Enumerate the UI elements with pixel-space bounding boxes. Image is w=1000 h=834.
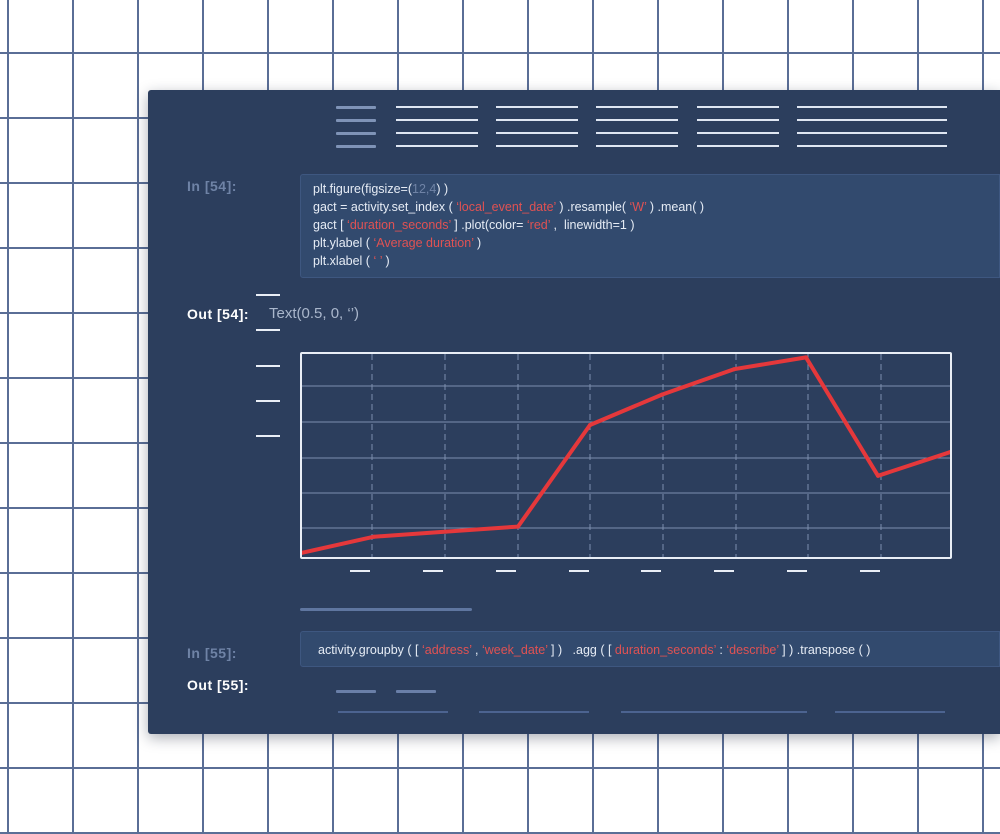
cell-54-output-prompt: Out [54]: [187, 306, 250, 322]
output-scrollbar[interactable] [300, 608, 472, 611]
code-token: plt.ylabel ( [313, 236, 374, 250]
cell-54-code-line: gact [ ‘duration_seconds’ ] .plot(color=… [313, 216, 999, 234]
output-table-column-3 [621, 711, 807, 713]
x-tick-label-placeholder [423, 570, 443, 572]
code-token: ) .resample( [555, 200, 630, 214]
hamburger-menu-icon[interactable] [336, 106, 376, 150]
cell-55-input-prompt: In [55]: [187, 645, 237, 661]
y-tick-label-placeholder [256, 400, 280, 402]
code-token: ] ) .transpose ( ) [778, 643, 871, 657]
cell-55-output-prompt: Out [55]: [187, 677, 250, 693]
series-line [302, 355, 950, 555]
output-table-column-2 [479, 711, 589, 713]
data-point [804, 355, 808, 360]
code-token: ) [473, 236, 482, 250]
cell-54-input-prompt: In [54]: [187, 178, 237, 194]
code-token: : [715, 643, 727, 657]
output-table-column-1 [338, 711, 448, 713]
data-point [444, 529, 448, 534]
x-tick-label-placeholder [496, 570, 516, 572]
cell-54-output-text: Text(0.5, 0, ‘’) [269, 305, 360, 322]
string-literal: ‘red’ [526, 218, 551, 232]
toolbar [148, 106, 1000, 150]
x-tick-label-placeholder [787, 570, 807, 572]
cell-54-code-line: plt.xlabel ( ‘ ’ ) [313, 252, 999, 270]
string-literal: ‘Average duration’ [373, 236, 474, 250]
toolbar-menu-1[interactable] [396, 106, 478, 150]
string-literal: ‘ ’ [373, 254, 383, 268]
output-table-column-4 [835, 711, 945, 713]
code-token: plt.figure(figsize=( [313, 182, 412, 196]
data-point [660, 392, 664, 397]
x-tick-label-placeholder [350, 570, 370, 572]
code-token: plt.xlabel ( [313, 254, 374, 268]
y-tick-label-placeholder [256, 365, 280, 367]
code-token: gact = activity.set_index ( [313, 200, 457, 214]
cell-55-code-line: activity.groupby ( [ ‘address’ , ‘week_d… [318, 641, 999, 659]
notebook-panel: In [54]: plt.figure(figsize=(12,4) ) gact… [148, 90, 1000, 734]
cell-54-code-line: plt.ylabel ( ‘Average duration’ ) [313, 234, 999, 252]
string-literal: ‘week_date’ [481, 643, 548, 657]
cell-54-code-line: plt.figure(figsize=(12,4) ) [313, 180, 999, 198]
string-literal: ‘duration_seconds’ [347, 218, 451, 232]
line-chart-svg [302, 354, 950, 557]
x-tick-label-placeholder [569, 570, 589, 572]
data-point [372, 534, 376, 539]
string-literal: ‘W’ [629, 200, 647, 214]
y-tick-label-placeholder [256, 329, 280, 331]
code-token: , linewidth=1 ) [550, 218, 635, 232]
toolbar-menu-5[interactable] [797, 106, 947, 150]
data-point [588, 423, 592, 428]
output-tab-1[interactable] [336, 690, 376, 693]
toolbar-menu-2[interactable] [496, 106, 578, 150]
code-token: , [471, 643, 482, 657]
data-point [516, 524, 520, 529]
cell-54-code-line: gact = activity.set_index ( ‘local_event… [313, 198, 999, 216]
x-tick-label-placeholder [714, 570, 734, 572]
y-tick-label-placeholder [256, 294, 280, 296]
line-chart [300, 352, 952, 559]
code-token: gact [ [313, 218, 348, 232]
cell-55-code-editor[interactable]: activity.groupby ( [ ‘address’ , ‘week_d… [300, 631, 1000, 667]
toolbar-menu-3[interactable] [596, 106, 678, 150]
string-literal: ‘address’ [421, 643, 472, 657]
number-literal: 12,4 [412, 182, 437, 196]
cell-54-code: plt.figure(figsize=(12,4) ) gact = activi… [313, 180, 999, 270]
code-token: ] ) .agg ( [ [547, 643, 615, 657]
output-tab-2[interactable] [396, 690, 436, 693]
cell-54-code-editor[interactable]: plt.figure(figsize=(12,4) ) gact = activi… [300, 174, 1000, 278]
data-point [732, 367, 736, 372]
data-point [876, 473, 880, 478]
x-tick-label-placeholder [860, 570, 880, 572]
cell-55-code: activity.groupby ( [ ‘address’ , ‘week_d… [318, 641, 999, 659]
toolbar-menu-4[interactable] [697, 106, 779, 150]
x-tick-label-placeholder [641, 570, 661, 572]
code-token: ] .plot(color= [450, 218, 527, 232]
code-token: ) ) [436, 182, 449, 196]
code-token: activity.groupby ( [ [318, 643, 422, 657]
code-token: ) .mean( ) [646, 200, 705, 214]
code-token: ) [382, 254, 390, 268]
string-literal: duration_seconds’ [614, 643, 716, 657]
string-literal: ‘describe’ [726, 643, 779, 657]
y-tick-label-placeholder [256, 435, 280, 437]
string-literal: ‘local_event_date’ [456, 200, 556, 214]
